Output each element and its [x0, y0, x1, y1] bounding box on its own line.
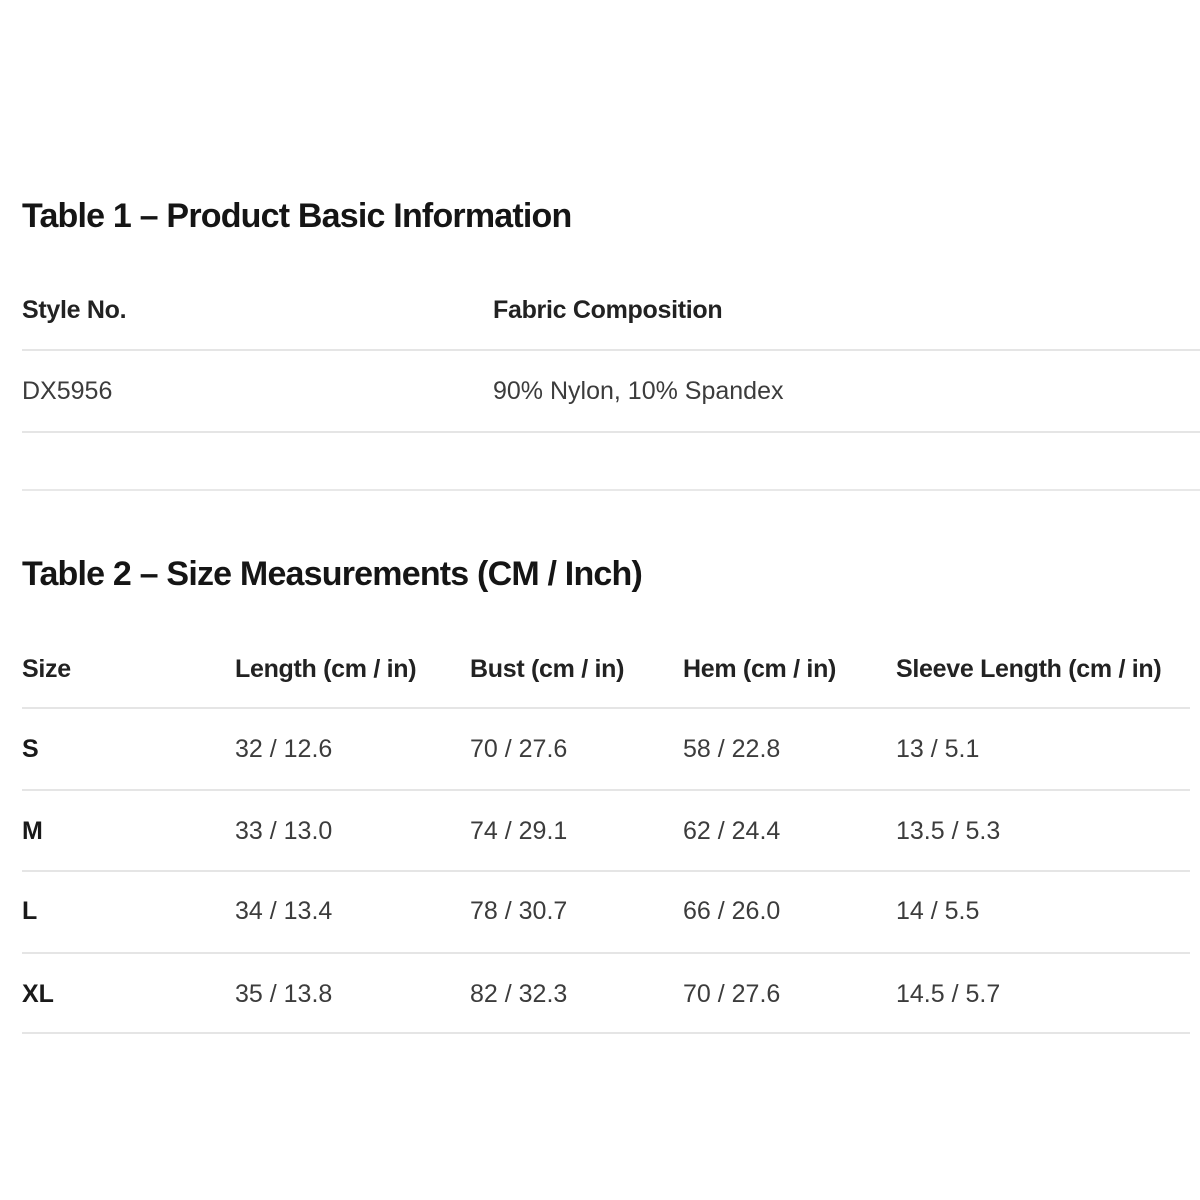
- sleeve-length-cell: 14 / 5.5: [896, 897, 980, 925]
- table1-header-fabric-composition: Fabric Composition: [493, 296, 723, 324]
- table2-header-size: Size: [22, 655, 71, 683]
- length-cell: 32 / 12.6: [235, 735, 333, 763]
- size-cell: L: [22, 897, 38, 925]
- bust-cell: 78 / 30.7: [470, 897, 568, 925]
- table2-header-hem: Hem (cm / in): [683, 655, 837, 683]
- size-cell: S: [22, 735, 39, 763]
- table2-header-sleeve-length: Sleeve Length (cm / in): [896, 655, 1162, 683]
- table1-header-row: Style No. Fabric Composition: [22, 296, 1200, 351]
- hem-cell: 62 / 24.4: [683, 817, 781, 845]
- length-cell: 35 / 13.8: [235, 980, 333, 1008]
- table-row: S 32 / 12.6 70 / 27.6 58 / 22.8 13 / 5.1: [22, 735, 1190, 791]
- table-row: M 33 / 13.0 74 / 29.1 62 / 24.4 13.5 / 5…: [22, 817, 1190, 872]
- sleeve-length-cell: 14.5 / 5.7: [896, 980, 1001, 1008]
- sleeve-length-cell: 13.5 / 5.3: [896, 817, 1001, 845]
- table2-title: Table 2 – Size Measurements (CM / Inch): [22, 555, 643, 593]
- table2-header-bust: Bust (cm / in): [470, 655, 625, 683]
- hem-cell: 66 / 26.0: [683, 897, 781, 925]
- section-divider: [22, 489, 1200, 491]
- table1-row: DX5956 90% Nylon, 10% Spandex: [22, 377, 1200, 433]
- length-cell: 33 / 13.0: [235, 817, 333, 845]
- hem-cell: 70 / 27.6: [683, 980, 781, 1008]
- table1-cell-style-no: DX5956: [22, 377, 113, 405]
- table-row: XL 35 / 13.8 82 / 32.3 70 / 27.6 14.5 / …: [22, 980, 1190, 1034]
- table-row: L 34 / 13.4 78 / 30.7 66 / 26.0 14 / 5.5: [22, 897, 1190, 954]
- hem-cell: 58 / 22.8: [683, 735, 781, 763]
- table1-title: Table 1 – Product Basic Information: [22, 197, 572, 235]
- bust-cell: 82 / 32.3: [470, 980, 568, 1008]
- length-cell: 34 / 13.4: [235, 897, 333, 925]
- sleeve-length-cell: 13 / 5.1: [896, 735, 980, 763]
- size-cell: XL: [22, 980, 54, 1008]
- table1-header-style-no: Style No.: [22, 296, 127, 324]
- bust-cell: 74 / 29.1: [470, 817, 568, 845]
- bust-cell: 70 / 27.6: [470, 735, 568, 763]
- size-cell: M: [22, 817, 43, 845]
- table2-header-length: Length (cm / in): [235, 655, 417, 683]
- table1-cell-fabric-composition: 90% Nylon, 10% Spandex: [493, 377, 784, 405]
- table2-header-row: Size Length (cm / in) Bust (cm / in) Hem…: [22, 655, 1190, 709]
